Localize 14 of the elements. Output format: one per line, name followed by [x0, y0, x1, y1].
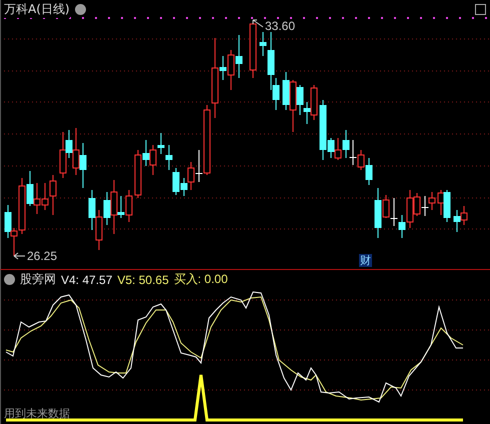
dropdown-icon[interactable] [74, 4, 86, 15]
leader-line [252, 20, 264, 28]
high-price-label: 33.60 [265, 19, 296, 33]
dropdown-icon[interactable] [4, 274, 15, 285]
indicator-value: 买入: 0.00 [174, 271, 228, 288]
chart-title: 万科A(日线) [4, 1, 70, 18]
low-price-label: 26.25 [27, 249, 58, 263]
event-marker[interactable]: 财 [359, 254, 372, 267]
window-toggle-icon[interactable] [475, 4, 486, 15]
warning-note: 用到未来数据 [4, 406, 70, 421]
leader-line [14, 252, 26, 260]
indicator-name: 股旁网 [20, 271, 56, 288]
indicator-value: V4: 47.57 [61, 272, 112, 286]
indicator-value: V5: 50.65 [117, 272, 169, 286]
